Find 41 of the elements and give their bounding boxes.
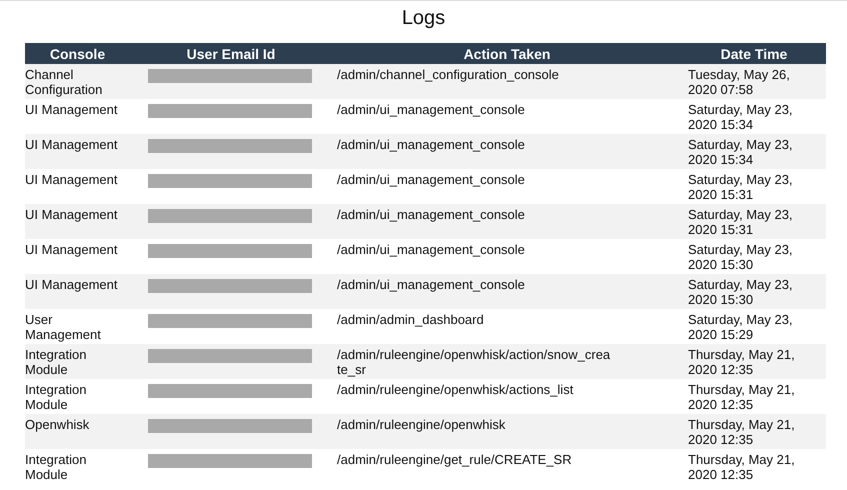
table-cell-text: /admin/channel_configuration_console [336,66,560,82]
table-cell-text: Channel Configuration [25,66,104,99]
table-cell-text: Thursday, May 21, 2020 12:35 [687,381,796,414]
table-cell-text: User Management [25,311,102,344]
column-header: Date Time [720,46,788,62]
table-cell-text: Openwhisk [25,416,90,434]
table-cell-text: Saturday, May 23, 2020 15:31 [687,171,794,204]
table-cell-text: Integration Module [25,381,88,414]
table-cell-text: Integration Module [25,346,88,379]
table-cell-text: /admin/ui_management_console [336,276,526,292]
table-cell-text: /admin/ruleengine/get_rule/CREATE_SR [336,451,573,467]
table-cell-text: /admin/ui_management_console [336,136,526,152]
table-cell-text: /admin/ruleengine/openwhisk/action/snow_create_sr [336,346,612,377]
table-cell-text: Saturday, May 23, 2020 15:34 [687,136,794,169]
table-cell-text: Tuesday, May 26, 2020 07:58 [687,66,791,99]
page-title: Logs [400,7,446,31]
table-cell-text: /admin/ui_management_console [336,171,526,187]
table-cell-text: Saturday, May 23, 2020 15:30 [687,276,794,309]
table-cell-text: /admin/ui_management_console [336,101,526,117]
table-cell-text: Thursday, May 21, 2020 12:35 [687,416,796,449]
table-cell-text: Saturday, May 23, 2020 15:30 [687,241,794,274]
table-cell-text: UI Management [25,136,118,154]
table-cell-text: /admin/ui_management_console [336,206,526,222]
table-cell-text: Saturday, May 23, 2020 15:34 [687,101,794,134]
table-cell-text: /admin/ruleengine/openwhisk/actions_list [336,381,574,397]
table-cell-text: Thursday, May 21, 2020 12:35 [687,346,796,379]
table-cell-text: UI Management [25,206,118,224]
table-cell-text: UI Management [25,276,118,294]
table-cell-text: Thursday, May 21, 2020 12:35 [687,451,796,484]
table-cell-text: /admin/admin_dashboard [336,311,485,327]
table-cell-text: UI Management [25,101,118,119]
table-cell-text: Integration Module [25,451,88,484]
table-cell-text: /admin/ruleengine/openwhisk [336,416,506,432]
column-header: Console [48,46,106,62]
column-header: Action Taken [462,46,552,62]
table-cell-text: UI Management [25,171,118,189]
table-cell-text: UI Management [25,241,118,259]
table-cell-text: Saturday, May 23, 2020 15:31 [687,206,794,239]
table-cell-text: /admin/ui_management_console [336,241,526,257]
column-header: User Email Id [186,46,276,62]
table-cell-text: Saturday, May 23, 2020 15:29 [687,311,794,344]
